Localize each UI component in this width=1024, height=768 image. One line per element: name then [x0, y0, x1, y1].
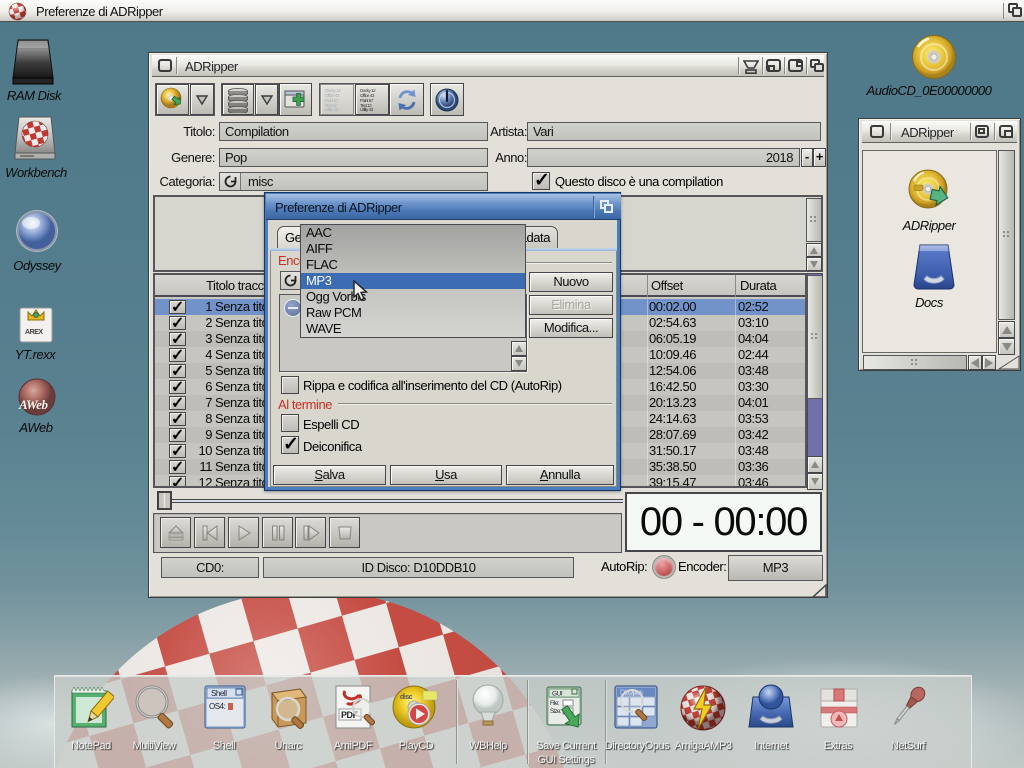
svg-text:Utility 43: Utility 43	[325, 107, 339, 112]
svg-text:File:: File:	[550, 701, 560, 707]
svg-text:Shell: Shell	[211, 689, 227, 698]
svg-text:Size:: Size:	[550, 709, 562, 715]
svg-text:disc: disc	[400, 694, 413, 701]
svg-text:AREX: AREX	[25, 329, 43, 336]
svg-text:GUI: GUI	[552, 691, 563, 698]
svg-text:Utility 43: Utility 43	[360, 107, 374, 112]
svg-text:OS4:: OS4:	[209, 702, 226, 711]
svg-text:AWeb: AWeb	[18, 397, 48, 412]
